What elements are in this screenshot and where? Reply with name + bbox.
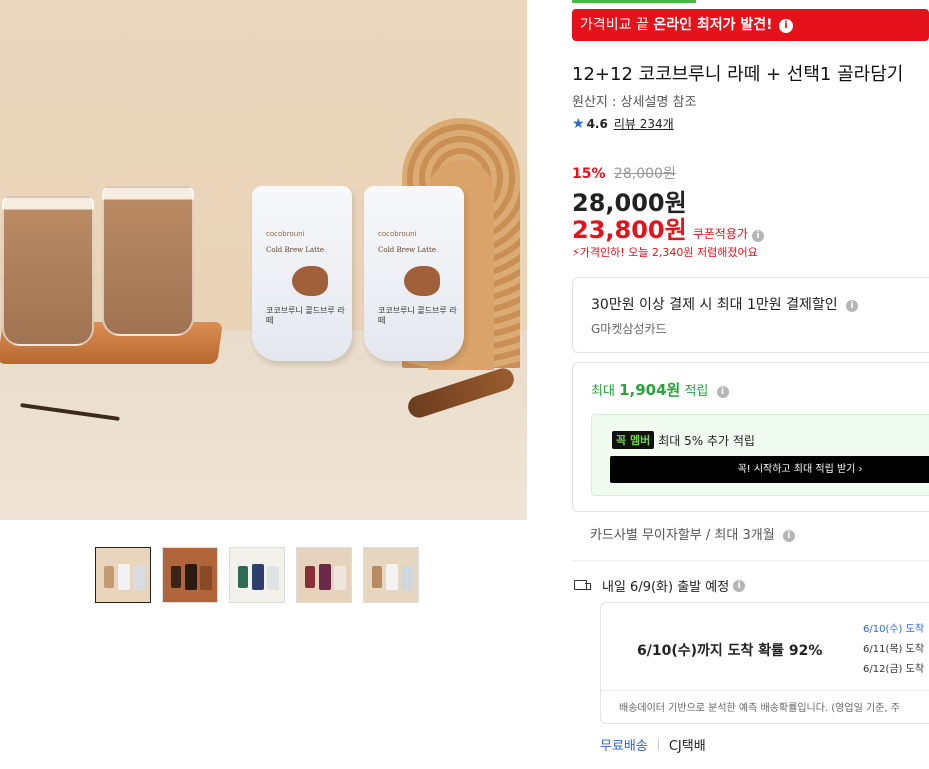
rating-score: 4.6 bbox=[586, 116, 608, 131]
image-latte-glass bbox=[102, 186, 194, 336]
delivery-probability: 6/10(수)까지 도착 확률 92% bbox=[637, 643, 823, 659]
delivery-date-1: 6/11(목) 도착 bbox=[863, 644, 925, 655]
delivery-dates: 6/10(수) 도착 6/11(목) 도착 6/12(금) 도착 bbox=[863, 620, 924, 680]
purchase-panel: 가격비교 끝 온라인 최저가 발견! i 12+12 코코브루니 라떼 + 선택… bbox=[572, 0, 929, 769]
info-icon[interactable]: i bbox=[751, 230, 764, 242]
delivery-probability-box: 6/10(수)까지 도착 확률 92% 6/10(수) 도착 6/11(목) 도… bbox=[600, 602, 929, 724]
card-name: G마켓삼성카드 bbox=[591, 322, 667, 336]
product-thumbnail[interactable] bbox=[162, 547, 218, 603]
image-product-pouch: cocobrouni Cold Brew Latte 코코브루니 콜드브루 라떼 bbox=[364, 186, 464, 361]
image-latte-glass bbox=[2, 196, 94, 346]
vertical-divider bbox=[657, 739, 659, 750]
delivery-date-0: 6/10(수) 도착 bbox=[863, 624, 925, 635]
carrier-name: CJ택배 bbox=[668, 739, 706, 754]
pouch-name-ko: 코코브루니 콜드브루 라떼 bbox=[266, 306, 345, 325]
product-thumbnail[interactable] bbox=[229, 547, 285, 603]
pouch-name-ko: 코코브루니 콜드브루 라떼 bbox=[378, 306, 457, 325]
product-title: 12+12 코코브루니 라떼 + 선택1 골라담기 bbox=[572, 64, 904, 85]
thumbnail-product-shape bbox=[305, 566, 315, 588]
info-icon[interactable]: i bbox=[782, 530, 795, 542]
points-amount: 1,904원 bbox=[619, 381, 681, 399]
delivery-date-2: 6/12(금) 도착 bbox=[863, 664, 925, 675]
installment-info: 카드사별 무이자할부 / 최대 3개월 i bbox=[590, 524, 795, 543]
price-drop-note: ⚡가격인하! 오늘 2,340원 저렴해졌어요 bbox=[572, 244, 758, 260]
points-title: 최대 1,904원 적립 i bbox=[591, 379, 729, 400]
thumbnail-product-shape bbox=[401, 566, 413, 590]
free-shipping-link[interactable]: 무료배송 bbox=[600, 735, 648, 754]
top-accent-stripe bbox=[572, 0, 696, 3]
product-rating: ★ 4.6 리뷰 234개 bbox=[572, 115, 674, 132]
member-benefit-text: 최대 5% 추가 적립 bbox=[658, 433, 755, 448]
info-icon[interactable]: i bbox=[846, 300, 859, 312]
section-divider bbox=[572, 560, 929, 561]
thumbnail-product-shape bbox=[372, 566, 382, 588]
shipping-title: 내일 6/9(화) 출발 예정 i bbox=[574, 576, 746, 595]
card-discount-box: 30만원 이상 결제 시 최대 1만원 결제할인 i G마켓삼성카드 bbox=[572, 277, 929, 353]
pouch-name-en: Cold Brew Latte bbox=[378, 246, 436, 254]
points-suffix: 적립 bbox=[680, 384, 709, 399]
image-product-pouch: cocobrouni Cold Brew Latte 코코브루니 콜드브루 라떼 bbox=[252, 186, 352, 361]
thumbnail-product-shape bbox=[386, 564, 398, 590]
info-icon[interactable]: i bbox=[716, 386, 729, 398]
member-badge: 꼭 멤버 bbox=[612, 431, 655, 449]
bird-logo-icon bbox=[404, 266, 440, 296]
thumbnail-product-shape bbox=[118, 564, 130, 590]
coupon-price-label: 쿠폰적용가 bbox=[692, 227, 748, 241]
delivery-probability-note: 배송데이터 기반으로 분석한 예측 배송확률입니다. (영업일 기준, 주 bbox=[619, 703, 900, 714]
discount-row: 15% 28,000원 bbox=[572, 163, 676, 183]
points-prefix: 최대 bbox=[591, 384, 620, 399]
member-benefit-line: 꼭 멤버 최대 5% 추가 적립 bbox=[612, 431, 755, 449]
product-origin: 원산지 : 상세설명 참조 bbox=[572, 95, 697, 110]
thumbnail-product-shape bbox=[104, 566, 114, 588]
points-box: 최대 1,904원 적립 i 꼭 멤버 최대 5% 추가 적립 꼭! 시작하고 … bbox=[572, 362, 929, 512]
thumbnail-strip bbox=[95, 547, 419, 603]
price-drop-text: 가격인하! 오늘 2,340원 저렴해졌어요 bbox=[579, 246, 758, 259]
pouch-brand-text: cocobrouni bbox=[266, 230, 305, 238]
product-thumbnail[interactable] bbox=[363, 547, 419, 603]
banner-strong-text: 온라인 최저가 발견! bbox=[653, 17, 773, 33]
truck-icon bbox=[574, 579, 592, 592]
banner-prefix: 가격비교 끝 bbox=[580, 17, 654, 33]
pouch-name-en: Cold Brew Latte bbox=[266, 246, 324, 254]
thumbnail-product-shape bbox=[238, 566, 248, 588]
info-icon[interactable]: i bbox=[778, 19, 793, 33]
star-icon: ★ bbox=[572, 115, 585, 132]
product-thumbnail[interactable] bbox=[95, 547, 151, 603]
thumbnail-product-shape bbox=[267, 566, 279, 590]
original-price: 28,000원 bbox=[613, 166, 676, 182]
thumbnail-product-shape bbox=[334, 566, 346, 590]
pouch-brand-text: cocobrouni bbox=[378, 230, 417, 238]
thumbnail-product-shape bbox=[319, 564, 331, 590]
bird-logo-icon bbox=[292, 266, 328, 296]
thumbnail-product-shape bbox=[185, 564, 197, 590]
lowest-price-banner[interactable]: 가격비교 끝 온라인 최저가 발견! i bbox=[572, 9, 929, 41]
product-main-image[interactable]: cocobrouni Cold Brew Latte 코코브루니 콜드브루 라떼… bbox=[0, 0, 527, 520]
thumbnail-product-shape bbox=[171, 566, 181, 588]
coupon-price-row: 23,800원 쿠폰적용가 i bbox=[572, 210, 764, 245]
coupon-price: 23,800원 bbox=[572, 216, 687, 244]
installment-text: 카드사별 무이자할부 / 최대 3개월 bbox=[590, 528, 775, 543]
review-count-link[interactable]: 리뷰 234개 bbox=[614, 115, 674, 132]
thumbnail-product-shape bbox=[133, 566, 145, 590]
info-icon[interactable]: i bbox=[733, 579, 746, 592]
shipping-method-row: 무료배송 CJ택배 bbox=[600, 735, 706, 754]
card-discount-title: 30만원 이상 결제 시 최대 1만원 결제할인 i bbox=[591, 294, 859, 314]
lightning-icon: ⚡ bbox=[572, 246, 580, 259]
thumbnail-product-shape bbox=[252, 564, 264, 590]
member-benefit-box: 꼭 멤버 최대 5% 추가 적립 꼭! 시작하고 최대 적립 받기 › bbox=[591, 414, 929, 496]
probability-divider bbox=[601, 690, 929, 691]
product-thumbnail[interactable] bbox=[296, 547, 352, 603]
member-join-button[interactable]: 꼭! 시작하고 최대 적립 받기 › bbox=[610, 456, 929, 483]
discount-percent: 15% bbox=[572, 166, 606, 182]
shipping-title-text: 내일 6/9(화) 출발 예정 bbox=[602, 580, 730, 595]
card-discount-title-text: 30만원 이상 결제 시 최대 1만원 결제할인 bbox=[591, 297, 838, 313]
thumbnail-product-shape bbox=[200, 566, 212, 590]
